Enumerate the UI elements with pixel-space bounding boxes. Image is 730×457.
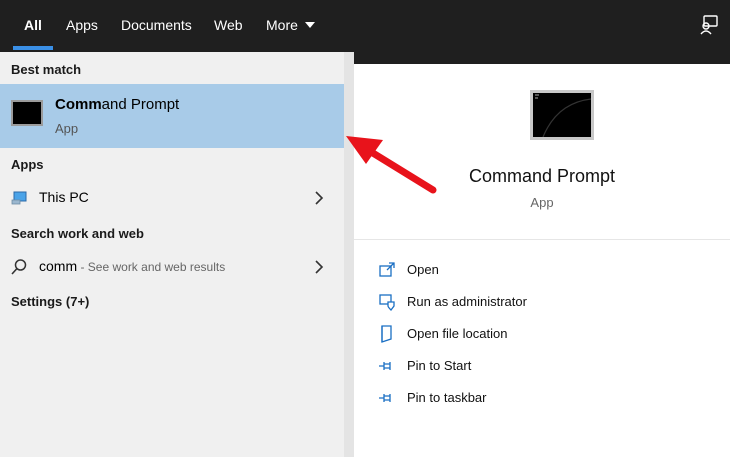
action-pin-to-taskbar[interactable]: Pin to taskbar bbox=[354, 383, 730, 413]
action-open[interactable]: Open bbox=[354, 255, 730, 285]
pin-icon bbox=[379, 362, 391, 370]
tab-web[interactable]: Web bbox=[214, 0, 243, 52]
action-open-file-location[interactable]: Open file location bbox=[354, 319, 730, 349]
tab-all[interactable]: All bbox=[13, 0, 53, 52]
web-search-query: comm bbox=[39, 258, 78, 274]
this-pc-label: This PC bbox=[39, 189, 89, 205]
web-search-label: comm - See work and web results bbox=[39, 258, 225, 274]
annotation-arrow-icon bbox=[346, 136, 437, 194]
tab-apps[interactable]: Apps bbox=[66, 0, 98, 52]
computer-icon bbox=[11, 191, 27, 205]
apps-header: Apps bbox=[11, 157, 44, 172]
list-item-this-pc[interactable]: This PC bbox=[0, 181, 344, 215]
best-match-title: Command Prompt bbox=[55, 96, 179, 113]
pane-divider bbox=[344, 52, 354, 457]
chevron-down-icon bbox=[304, 22, 315, 28]
action-pin-to-start[interactable]: Pin to Start bbox=[354, 351, 730, 381]
command-prompt-icon bbox=[11, 100, 43, 126]
web-search-hint: - See work and web results bbox=[77, 260, 226, 274]
settings-header[interactable]: Settings (7+) bbox=[11, 294, 89, 309]
tab-more-label: More bbox=[266, 17, 298, 33]
feedback-icon[interactable] bbox=[698, 14, 720, 36]
best-match-title-rest: and Prompt bbox=[101, 96, 180, 113]
results-list: Best match Command Prompt App Apps This … bbox=[0, 52, 344, 457]
best-match-header: Best match bbox=[11, 62, 82, 77]
search-icon bbox=[11, 259, 27, 275]
tab-more[interactable]: More bbox=[266, 0, 315, 52]
search-filter-bar: All Apps Documents Web More bbox=[0, 0, 730, 52]
chevron-right-icon[interactable] bbox=[313, 260, 325, 274]
pin-icon bbox=[379, 394, 391, 402]
action-pin-to-taskbar-label: Pin to taskbar bbox=[407, 390, 487, 405]
open-icon bbox=[379, 262, 395, 277]
action-open-file-location-label: Open file location bbox=[407, 326, 508, 341]
list-item-web-search[interactable]: comm - See work and web results bbox=[0, 250, 344, 284]
best-match-title-bold: Comm bbox=[55, 96, 102, 113]
best-match-command-prompt[interactable]: Command Prompt App bbox=[0, 84, 344, 148]
chevron-right-icon[interactable] bbox=[313, 191, 325, 205]
command-prompt-large-icon bbox=[530, 90, 594, 140]
search-work-web-header: Search work and web bbox=[11, 226, 144, 241]
console-glyph bbox=[535, 94, 591, 137]
action-run-as-admin-label: Run as administrator bbox=[407, 294, 527, 309]
action-open-label: Open bbox=[407, 262, 439, 277]
folder-icon bbox=[381, 325, 392, 343]
shield-icon bbox=[379, 294, 395, 311]
action-pin-to-start-label: Pin to Start bbox=[407, 358, 472, 373]
tab-documents[interactable]: Documents bbox=[121, 0, 192, 52]
best-match-subtitle: App bbox=[55, 121, 79, 136]
app-preview-pane: Command Prompt App Open Run as administr… bbox=[354, 64, 730, 457]
action-run-as-admin[interactable]: Run as administrator bbox=[354, 287, 730, 317]
